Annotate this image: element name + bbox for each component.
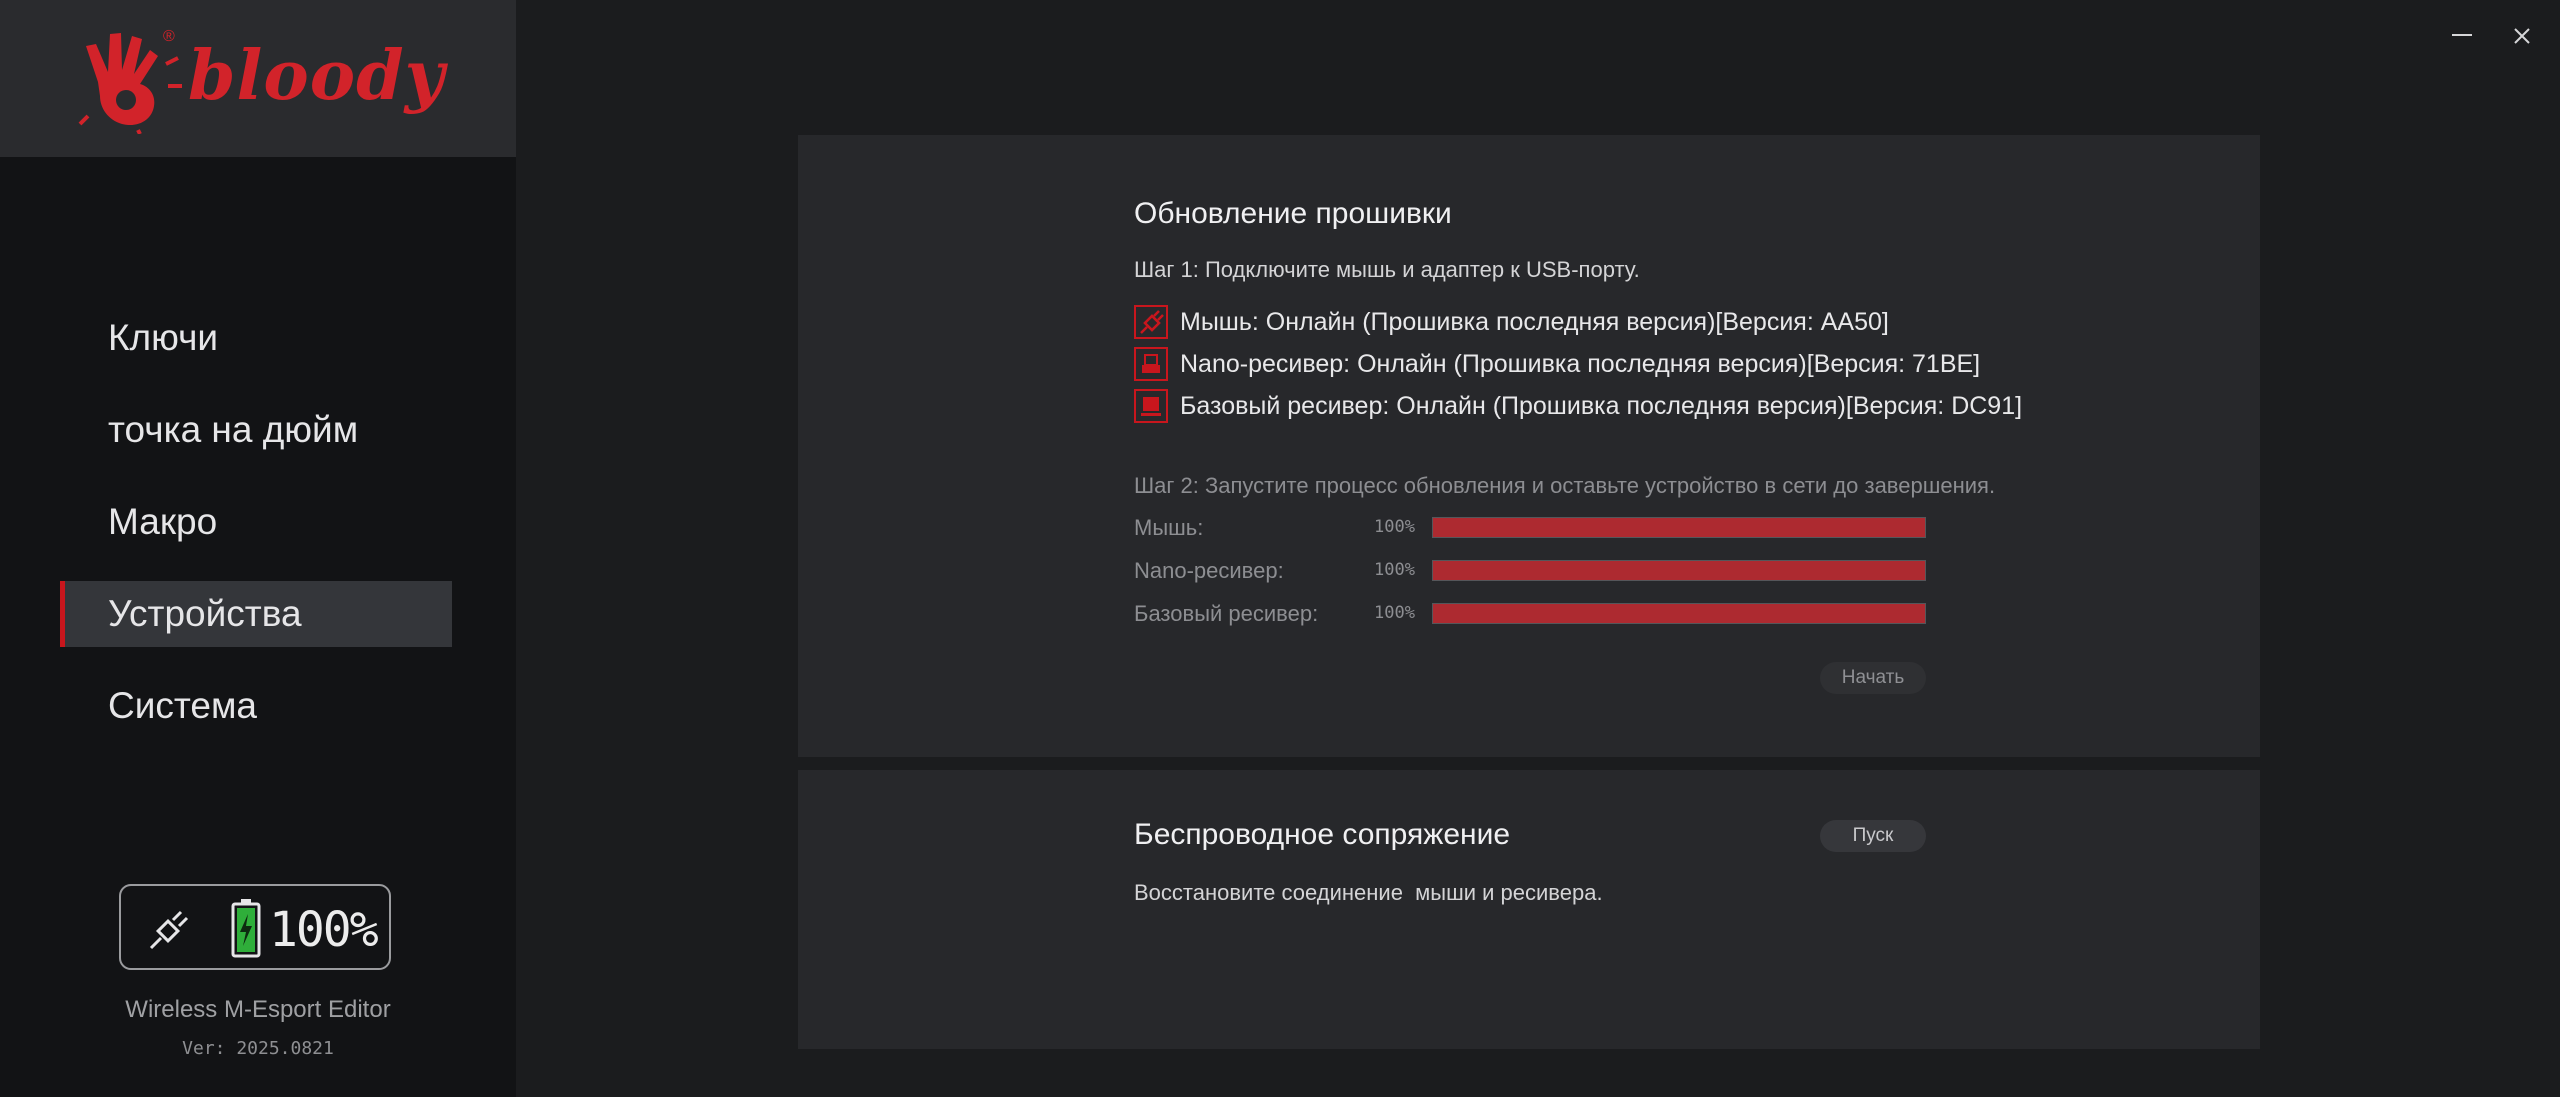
firmware-step1: Шаг 1: Подключите мышь и адаптер к USB-п… [1134, 257, 1640, 282]
progress-fill [1433, 518, 1925, 537]
wireless-title: Беспроводное сопряжение [1134, 818, 1511, 851]
minimize-icon[interactable] [2452, 34, 2472, 36]
progress-percent: 100% [1374, 560, 1415, 580]
progress-label: Мышь: [1134, 515, 1204, 540]
start-update-button[interactable]: Начать [1820, 662, 1926, 694]
progress-fill [1433, 604, 1925, 623]
sidebar-item-macro[interactable]: Макро [60, 489, 452, 555]
sidebar-item-keys[interactable]: Ключи [60, 305, 452, 371]
progress-label: Nano-ресивер: [1134, 558, 1284, 583]
sidebar-item-dpi[interactable]: точка на дюйм [60, 397, 452, 463]
device-row-mouse: Мышь: Онлайн (Прошивка последняя версия)… [1134, 305, 1889, 339]
sidebar-item-label: Система [108, 685, 258, 726]
progress-label: Базовый ресивер: [1134, 601, 1319, 626]
progress-row-base: Базовый ресивер: 100% [1134, 601, 1934, 626]
sidebar-item-devices[interactable]: Устройства [60, 581, 452, 647]
device-status-base: Базовый ресивер: Онлайн (Прошивка послед… [1180, 391, 2023, 420]
device-status-mouse: Мышь: Онлайн (Прошивка последняя версия)… [1180, 307, 1889, 336]
firmware-step2: Шаг 2: Запустите процесс обновления и ос… [1134, 473, 1996, 498]
brand-name: bloody [188, 36, 446, 116]
progress-row-mouse: Мышь: 100% [1134, 515, 1934, 540]
sidebar-item-system[interactable]: Система [60, 673, 452, 739]
sidebar-item-label: точка на дюйм [108, 409, 359, 450]
mouse-cable-icon [1134, 305, 1168, 339]
pairing-go-button[interactable]: Пуск [1820, 820, 1926, 852]
progress-bar [1432, 517, 1926, 538]
progress-percent: 100% [1374, 603, 1415, 623]
progress-percent: 100% [1374, 517, 1415, 537]
usb-cable-icon [149, 910, 189, 950]
progress-bar [1432, 560, 1926, 581]
progress-bar [1432, 603, 1926, 624]
sidebar-item-label: Ключи [108, 317, 219, 358]
progress-row-nano: Nano-ресивер: 100% [1134, 558, 1934, 583]
battery-charging-icon [231, 899, 261, 958]
wireless-pairing-panel: Беспроводное сопряжение Пуск Восстановит… [798, 770, 2260, 1049]
sidebar-nav: Ключи точка на дюйм Макро Устройства Сис… [60, 305, 452, 765]
wireless-description: Восстановите соединение мыши и ресивера. [1134, 880, 1603, 905]
progress-fill [1433, 561, 1925, 580]
device-status-nano: Nano-ресивер: Онлайн (Прошивка последняя… [1180, 349, 1981, 378]
device-row-nano: Nano-ресивер: Онлайн (Прошивка последняя… [1134, 347, 1980, 381]
device-row-base: Базовый ресивер: Онлайн (Прошивка послед… [1134, 389, 2022, 423]
nano-receiver-icon [1134, 347, 1168, 381]
firmware-update-panel: Обновление прошивки Шаг 1: Подключите мы… [798, 135, 2260, 757]
registered-mark: ® [163, 28, 175, 45]
app-version: Ver: 2025.0821 [182, 1038, 334, 1059]
sidebar-item-label: Макро [108, 501, 218, 542]
battery-percentage: 100% [269, 902, 379, 958]
sidebar: ® bloody Ключи точка на дюйм Макро Устро… [0, 0, 516, 1097]
firmware-title: Обновление прошивки [1134, 197, 1452, 230]
base-receiver-icon [1134, 389, 1168, 423]
app-name: Wireless M-Esport Editor [125, 996, 391, 1023]
close-icon[interactable] [2510, 24, 2534, 48]
device-status-box: 100% [119, 884, 391, 970]
logo-area: ® bloody [0, 0, 516, 157]
sidebar-item-label: Устройства [108, 593, 302, 634]
